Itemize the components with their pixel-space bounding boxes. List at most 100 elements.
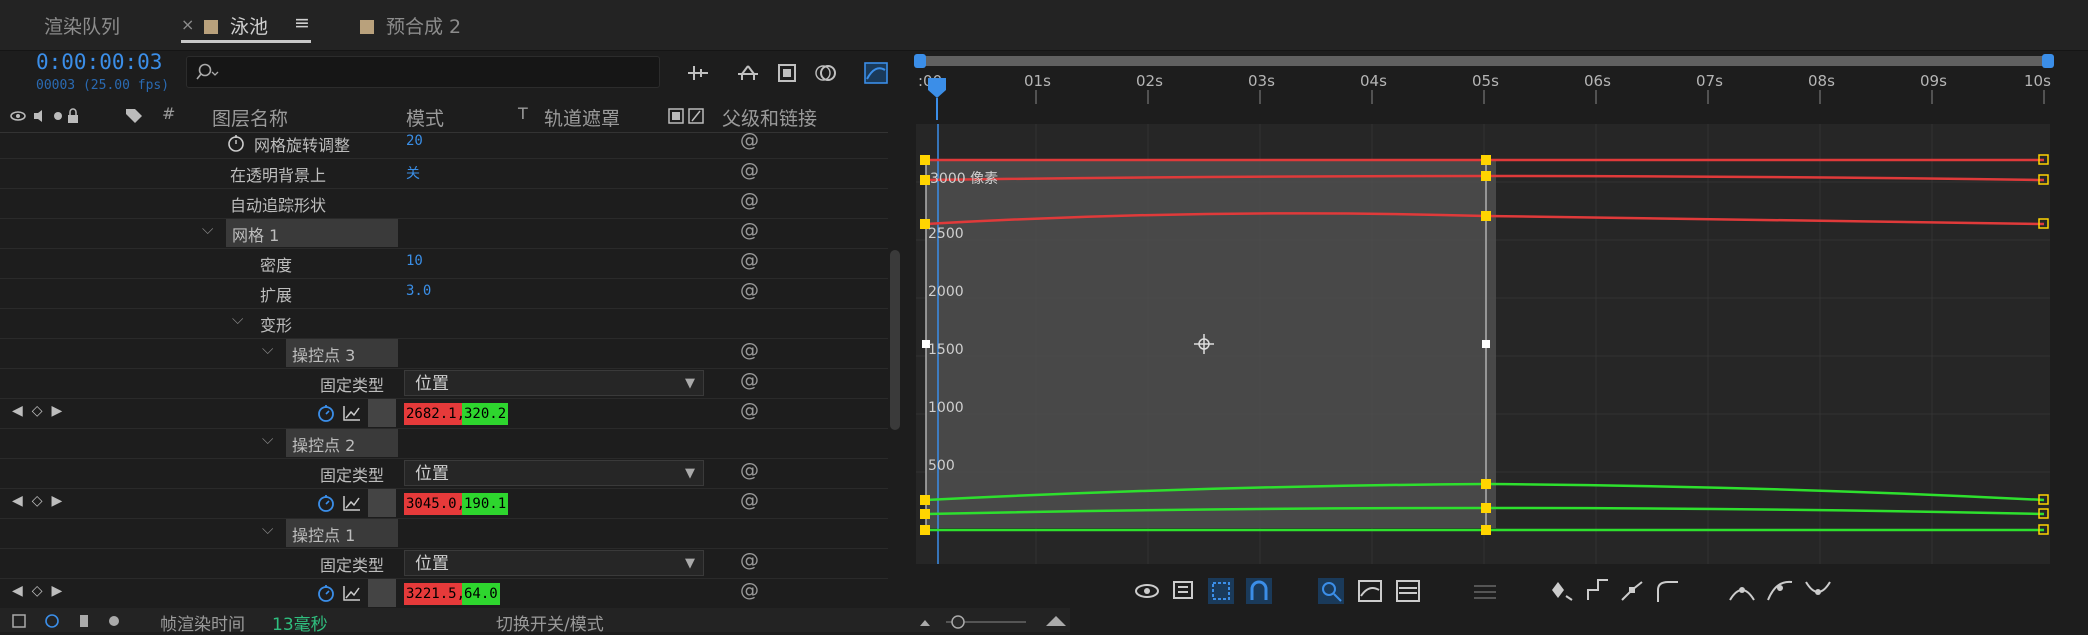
fit-selection-icon[interactable]: [1316, 576, 1346, 606]
graph-toggle-icon[interactable]: [342, 584, 362, 602]
property-value[interactable]: 3.0: [406, 283, 431, 299]
pick-whip-icon[interactable]: @: [740, 579, 759, 601]
pick-whip-icon[interactable]: @: [740, 249, 759, 271]
snapping-magnet-icon[interactable]: [1244, 576, 1274, 606]
toggle-switches-modes-button[interactable]: 切换开关/模式: [496, 610, 604, 635]
draft-3d-icon[interactable]: [734, 60, 762, 86]
group-row[interactable]: ⌵ 操控点 2: [0, 428, 888, 459]
work-area-bar[interactable]: [916, 56, 2050, 66]
easy-ease-icon[interactable]: [1654, 576, 1684, 606]
pick-whip-icon[interactable]: @: [740, 159, 759, 181]
column-mode[interactable]: 模式: [406, 104, 444, 131]
pick-whip-icon[interactable]: @: [740, 129, 759, 151]
work-area-start-handle[interactable]: [914, 54, 926, 68]
tab-close-icon[interactable]: ×: [181, 15, 194, 34]
property-row[interactable]: 固定类型 位置 ▼ @: [0, 548, 888, 579]
chevron-down-icon[interactable]: ⌵: [262, 340, 273, 358]
show-properties-eye-icon[interactable]: [1132, 576, 1162, 606]
search-input[interactable]: [186, 56, 660, 88]
work-area-end-handle[interactable]: [2042, 54, 2054, 68]
pin-y-value[interactable]: 190.1: [462, 493, 509, 515]
pin-x-value[interactable]: 3221.5,: [404, 583, 468, 605]
fit-all-graphs-icon[interactable]: [1356, 576, 1386, 606]
keyframe-row[interactable]: ◀◇▶ 3221.5, 64.0 @: [0, 578, 888, 609]
easy-ease-in-icon[interactable]: [1728, 576, 1758, 606]
column-track-matte[interactable]: 轨道遮罩: [544, 104, 620, 131]
tab-menu-icon[interactable]: ≡: [294, 12, 310, 34]
keyframe-navigator[interactable]: ◀◇▶: [12, 583, 71, 599]
graph-type-menu-icon[interactable]: [1170, 576, 1200, 606]
edit-selected-keyframes-icon[interactable]: [1470, 576, 1500, 606]
pin-type-dropdown[interactable]: 位置 ▼: [404, 550, 704, 576]
composition-flowchart-icon[interactable]: [684, 60, 712, 86]
property-row[interactable]: 固定类型 位置 ▼ @: [0, 368, 888, 399]
property-value[interactable]: 20: [406, 133, 423, 149]
chevron-down-icon[interactable]: ⌵: [262, 520, 273, 538]
graph-toggle-icon[interactable]: [342, 404, 362, 422]
zoom-slider[interactable]: [916, 612, 1076, 630]
layer-scrollbar[interactable]: [890, 250, 900, 430]
property-row[interactable]: 在透明背景上 关 @: [0, 158, 888, 189]
pick-whip-icon[interactable]: @: [740, 189, 759, 211]
keyframe-navigator[interactable]: ◀◇▶: [12, 403, 71, 419]
pin-x-value[interactable]: 3045.0,: [404, 493, 468, 515]
tab-render-queue[interactable]: 渲染队列: [44, 12, 120, 39]
graph-editor-icon[interactable]: [862, 60, 890, 86]
pick-whip-icon[interactable]: @: [740, 399, 759, 421]
pick-whip-icon[interactable]: @: [740, 219, 759, 241]
pick-whip-icon[interactable]: @: [740, 459, 759, 481]
convert-hold-icon[interactable]: [1548, 576, 1578, 606]
graph-toggle-icon[interactable]: [342, 494, 362, 512]
group-row[interactable]: ⌵ 网格 1 @: [0, 218, 888, 249]
chevron-down-icon[interactable]: ⌵: [232, 310, 243, 328]
tab-precomp-label: 预合成 2: [386, 16, 462, 38]
property-row[interactable]: 扩展 3.0 @: [0, 278, 888, 309]
frame-blending-icon[interactable]: [774, 60, 802, 86]
keyframe-row[interactable]: ◀◇▶ 3045.0, 190.1 @: [0, 488, 888, 519]
graph-editor[interactable]: 3000 像素 2500 2000 1500 1000 500: [916, 124, 2050, 564]
separate-dimensions-icon[interactable]: [1394, 576, 1424, 606]
property-value[interactable]: 10: [406, 253, 423, 269]
group-row[interactable]: ⌵ 操控点 1: [0, 518, 888, 549]
keyframe-navigator[interactable]: ◀◇▶: [12, 493, 71, 509]
property-value[interactable]: 关: [406, 163, 420, 183]
auto-bezier-icon[interactable]: [1618, 576, 1648, 606]
group-row[interactable]: ⌵ 操控点 3 @: [0, 338, 888, 369]
pin-x-value[interactable]: 2682.1,: [404, 403, 468, 425]
motion-blur-icon[interactable]: [812, 60, 840, 86]
convert-linear-icon[interactable]: [1584, 576, 1614, 606]
stopwatch-icon[interactable]: [316, 583, 336, 603]
pin-y-value[interactable]: 64.0: [462, 583, 500, 605]
pin-y-value[interactable]: 320.2: [462, 403, 509, 425]
column-parent-link[interactable]: 父级和链接: [722, 104, 817, 131]
property-row[interactable]: 自动追踪形状 @: [0, 188, 888, 219]
pin-type-dropdown[interactable]: 位置 ▼: [404, 370, 704, 396]
pin-type-dropdown[interactable]: 位置 ▼: [404, 460, 704, 486]
pick-whip-icon[interactable]: @: [740, 279, 759, 301]
chevron-down-icon[interactable]: ⌵: [262, 430, 273, 448]
graph-canvas[interactable]: [916, 124, 2050, 564]
stopwatch-icon[interactable]: [226, 133, 246, 153]
group-row[interactable]: ⌵ 变形: [0, 308, 888, 339]
property-row[interactable]: 网格旋转调整 20 @: [0, 128, 888, 159]
column-layer-name[interactable]: 图层名称: [212, 104, 288, 131]
keyframe-row[interactable]: ◀◇▶ 2682.1, 320.2 @: [0, 398, 888, 429]
pick-whip-icon[interactable]: @: [740, 549, 759, 571]
time-ruler-ticks[interactable]: [916, 90, 2050, 124]
stopwatch-icon[interactable]: [316, 493, 336, 513]
pick-whip-icon[interactable]: @: [740, 489, 759, 511]
transform-box-icon[interactable]: [1206, 576, 1236, 606]
pick-whip-icon[interactable]: @: [740, 339, 759, 361]
chevron-down-icon[interactable]: ⌵: [202, 220, 213, 238]
easy-ease-both-icon[interactable]: [1804, 576, 1834, 606]
pick-whip-icon[interactable]: @: [740, 369, 759, 391]
property-row[interactable]: 密度 10 @: [0, 248, 888, 279]
tab-precomp-2[interactable]: 预合成 2: [360, 12, 461, 39]
easy-ease-out-icon[interactable]: [1766, 576, 1796, 606]
status-bar-icons[interactable]: [12, 612, 132, 630]
playhead[interactable]: [926, 76, 950, 120]
property-row[interactable]: 固定类型 位置 ▼ @: [0, 458, 888, 489]
current-time-display[interactable]: 0:00:00:03: [36, 50, 162, 74]
tab-pool[interactable]: 泳池: [204, 12, 268, 39]
stopwatch-icon[interactable]: [316, 403, 336, 423]
